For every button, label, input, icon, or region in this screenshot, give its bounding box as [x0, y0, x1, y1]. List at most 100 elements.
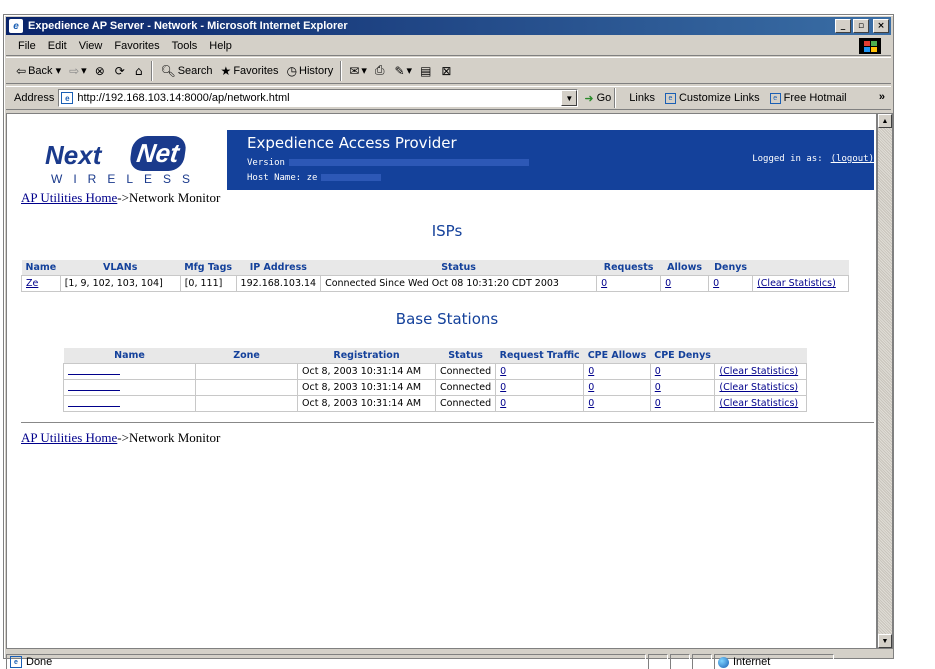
status-cell — [670, 654, 690, 669]
back-button[interactable]: ⇦ Back ▾ — [12, 60, 65, 82]
history-button[interactable]: ◷ History — [283, 60, 338, 82]
title-bar: e Expedience AP Server - Network - Micro… — [6, 17, 891, 35]
host-label: Host Name: ze — [247, 173, 318, 183]
col-registration: Registration — [297, 348, 436, 364]
bs-request-traffic-link[interactable]: 0 — [500, 366, 506, 377]
breadcrumb-home-link[interactable]: AP Utilities Home — [21, 190, 117, 205]
logo-next-text: Next — [45, 140, 102, 170]
refresh-button[interactable]: ⟳ — [111, 60, 131, 82]
isp-name-link[interactable]: Ze — [26, 278, 38, 289]
bs-cpe-allows-link[interactable]: 0 — [588, 398, 594, 409]
bs-zone — [195, 395, 298, 412]
address-label: Address — [14, 92, 55, 104]
go-label: Go — [596, 92, 612, 104]
isp-allows-link[interactable]: 0 — [665, 278, 671, 289]
browser-window: e Expedience AP Server - Network - Micro… — [3, 14, 894, 669]
bs-cpe-allows-link[interactable]: 0 — [588, 366, 594, 377]
close-button[interactable]: × — [873, 19, 889, 33]
search-button[interactable]: 🔍︎ Search — [156, 60, 216, 82]
forward-button[interactable]: ⇨ ▾ — [65, 60, 91, 82]
go-button[interactable]: ➜ Go — [584, 92, 611, 105]
status-text-cell: e Done — [6, 654, 646, 669]
isp-requests-link[interactable]: 0 — [601, 278, 607, 289]
stop-button[interactable]: ⊗ — [91, 60, 111, 82]
edit-button[interactable]: ✎ ▾ — [390, 60, 416, 82]
bs-request-traffic-link[interactable]: 0 — [500, 382, 506, 393]
table-row: Oct 8, 2003 10:31:14 AM Connected 0 0 0 … — [63, 379, 808, 396]
bs-action-cell: (Clear Statistics) — [714, 395, 808, 412]
ie-icon: e — [9, 19, 23, 33]
isps-header-row: Name VLANs Mfg Tags IP Address Status Re… — [21, 260, 849, 276]
breadcrumb: AP Utilities Home->Network Monitor — [21, 190, 220, 206]
bs-cpe-allows-link[interactable]: 0 — [588, 382, 594, 393]
mail-button[interactable]: ✉ ▾ — [345, 60, 371, 82]
breadcrumb-home-link[interactable]: AP Utilities Home — [21, 430, 117, 445]
col-status: Status — [435, 348, 496, 364]
bs-name-link[interactable] — [68, 381, 120, 391]
base-stations-header-row: Name Zone Registration Status Request Tr… — [63, 348, 807, 364]
host-line: Host Name: ze — [247, 173, 382, 183]
address-dropdown-icon[interactable]: ▼ — [561, 90, 578, 106]
vertical-scrollbar[interactable]: ▲ ▼ — [877, 113, 893, 649]
toolbar: ⇦ Back ▾ ⇨ ▾ ⊗ ⟳ ⌂ 🔍︎ Search ★ Favorites ◷ Hi… — [6, 57, 891, 84]
link-hotmail[interactable]: e Free Hotmail — [769, 92, 847, 104]
print-button[interactable]: ⎙ — [371, 60, 391, 82]
bs-cpe-denys-link[interactable]: 0 — [655, 382, 661, 393]
isp-status: Connected Since Wed Oct 08 10:31:20 CDT … — [320, 275, 598, 292]
clear-statistics-link[interactable]: (Clear Statistics) — [719, 382, 798, 393]
page-done-icon: e — [10, 656, 22, 668]
col-action — [752, 260, 849, 276]
isp-action-cell: (Clear Statistics) — [752, 275, 850, 292]
bs-status: Connected — [434, 395, 497, 412]
address-bar: Address e http://192.168.103.14:8000/ap/… — [6, 86, 891, 110]
address-input[interactable]: e http://192.168.103.14:8000/ap/network.… — [58, 89, 579, 107]
menu-edit[interactable]: Edit — [42, 40, 73, 52]
col-cpe-allows: CPE Allows — [583, 348, 651, 364]
col-ip: IP Address — [236, 260, 321, 276]
isp-name-cell: Ze — [21, 275, 61, 292]
home-button[interactable]: ⌂ — [131, 60, 149, 82]
col-zone: Zone — [195, 348, 298, 364]
table-row: Ze [1, 9, 102, 103, 104] [0, 111] 192.16… — [21, 275, 850, 292]
scroll-down-icon[interactable]: ▼ — [878, 634, 892, 648]
divider — [21, 422, 874, 423]
logout-link[interactable]: (logout) — [831, 154, 874, 164]
bs-name-link[interactable] — [68, 365, 120, 375]
menu-file[interactable]: File — [12, 40, 42, 52]
login-info: Logged in as: (logout) — [752, 154, 874, 164]
minimize-button[interactable]: _ — [835, 19, 851, 33]
messenger-button[interactable]: ⊠ — [437, 60, 457, 82]
clear-statistics-link[interactable]: (Clear Statistics) — [719, 398, 798, 409]
menu-view[interactable]: View — [73, 40, 109, 52]
bs-name-cell — [63, 379, 196, 396]
address-url[interactable]: http://192.168.103.14:8000/ap/network.ht… — [77, 92, 561, 104]
menu-help[interactable]: Help — [203, 40, 238, 52]
clear-statistics-link[interactable]: (Clear Statistics) — [757, 278, 836, 289]
favorites-button[interactable]: ★ Favorites — [217, 60, 283, 82]
bs-name-cell — [63, 363, 196, 380]
discuss-button[interactable]: ▤ — [416, 60, 437, 82]
bs-name-link[interactable] — [68, 397, 120, 407]
link-customize[interactable]: e Customize Links — [664, 92, 760, 104]
isp-denys-link[interactable]: 0 — [713, 278, 719, 289]
back-arrow-icon: ⇦ — [16, 63, 27, 78]
bs-cpe-denys-link[interactable]: 0 — [655, 366, 661, 377]
scroll-up-icon[interactable]: ▲ — [878, 114, 892, 128]
bs-zone — [195, 379, 298, 396]
table-row: Oct 8, 2003 10:31:14 AM Connected 0 0 0 … — [63, 363, 808, 380]
maximize-button[interactable]: ▫ — [853, 19, 869, 33]
bs-cpe-denys-link[interactable]: 0 — [655, 398, 661, 409]
menu-tools[interactable]: Tools — [166, 40, 204, 52]
isp-ip: 192.168.103.14 — [235, 275, 322, 292]
page-viewport: Next Net WIRELESS Expedience Access Prov… — [6, 113, 877, 649]
clear-statistics-link[interactable]: (Clear Statistics) — [719, 366, 798, 377]
edit-icon: ✎ — [394, 63, 405, 78]
col-vlans: VLANs — [60, 260, 181, 276]
bs-zone — [195, 363, 298, 380]
col-request-traffic: Request Traffic — [495, 348, 584, 364]
links-label[interactable]: Links — [629, 92, 655, 104]
links-chevron-icon[interactable]: » — [879, 91, 885, 103]
menu-favorites[interactable]: Favorites — [108, 40, 165, 52]
col-cpe-denys: CPE Denys — [650, 348, 715, 364]
bs-request-traffic-link[interactable]: 0 — [500, 398, 506, 409]
